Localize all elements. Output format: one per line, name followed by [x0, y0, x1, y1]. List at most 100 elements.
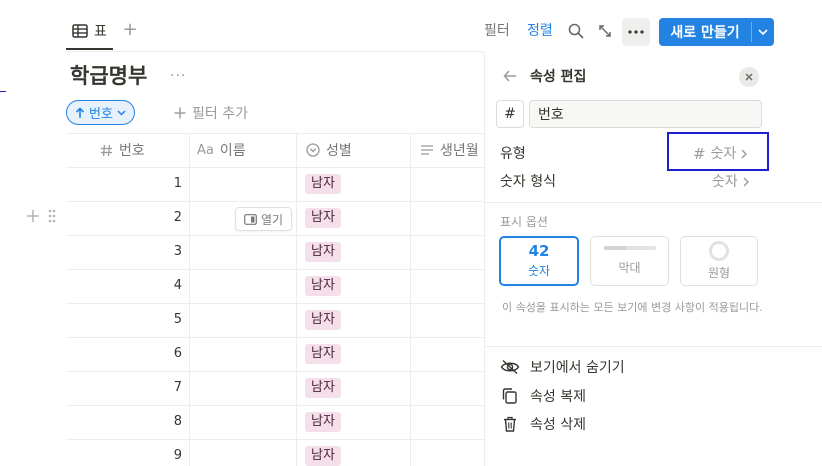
display-option-ring[interactable]: 원형	[680, 236, 758, 286]
cell-number[interactable]: 4	[120, 278, 182, 293]
bar-icon	[603, 246, 656, 250]
edge-marker	[0, 91, 6, 92]
column-header-label: 번호	[119, 143, 145, 159]
search-icon[interactable]	[567, 22, 585, 40]
panel-divider	[485, 346, 822, 347]
row-divider	[66, 371, 484, 372]
display-option-bar[interactable]: 막대	[590, 236, 669, 286]
cell-number[interactable]: 5	[120, 312, 182, 327]
gender-tag[interactable]: 남자	[305, 412, 341, 432]
more-options-button[interactable]	[622, 18, 650, 46]
gender-tag[interactable]: 남자	[305, 446, 341, 466]
cell-number[interactable]: 6	[120, 346, 182, 361]
cell-number[interactable]: 2	[120, 210, 182, 225]
action-label: 속성 삭제	[530, 417, 586, 433]
column-divider	[189, 133, 190, 466]
top-divider	[66, 51, 484, 52]
row-divider	[66, 439, 484, 440]
column-header-name[interactable]: Aa 이름	[197, 133, 246, 167]
filter-button[interactable]: 필터	[484, 22, 510, 40]
cell-number[interactable]: 7	[120, 380, 182, 395]
duplicate-icon	[502, 388, 517, 404]
display-hint: 이 속성을 표시하는 모든 보기에 변경 사항이 적용됩니다.	[502, 301, 763, 314]
display-option-label: 원형	[707, 266, 731, 280]
column-header-gender[interactable]: 성별	[306, 133, 352, 167]
sort-button[interactable]: 정렬	[527, 22, 553, 40]
tab-table-view[interactable]: 표	[66, 14, 113, 50]
cell-number[interactable]: 1	[120, 176, 182, 191]
gender-tag[interactable]: 남자	[305, 208, 341, 228]
more-icon	[628, 30, 644, 34]
column-divider	[410, 133, 411, 466]
panel-title: 속성 편집	[530, 69, 587, 85]
page-title: 학급명부	[70, 64, 148, 88]
row-divider	[66, 235, 484, 236]
new-button[interactable]: 새로 만들기	[659, 18, 774, 46]
trash-icon	[504, 416, 516, 432]
cell-number[interactable]: 8	[120, 414, 182, 429]
gender-tag[interactable]: 남자	[305, 174, 341, 194]
open-row-button[interactable]: 열기	[235, 207, 292, 231]
plus-icon	[174, 107, 186, 119]
gender-tag[interactable]: 남자	[305, 310, 341, 330]
plus-icon[interactable]	[26, 209, 40, 223]
delete-property-action[interactable]: 속성 삭제	[500, 414, 586, 434]
property-type-icon-button[interactable]: #	[496, 100, 524, 128]
number-format-label: 숫자 형식	[500, 174, 556, 190]
row-divider	[66, 405, 484, 406]
column-header-number[interactable]: 번호	[100, 133, 145, 167]
open-label: 열기	[260, 212, 284, 227]
new-button-label: 새로 만들기	[670, 25, 740, 41]
gender-tag[interactable]: 남자	[305, 378, 341, 398]
action-label: 속성 복제	[530, 389, 586, 405]
drag-handle-icon[interactable]	[48, 209, 56, 223]
column-header-label: 성별	[326, 143, 352, 159]
number-format-select[interactable]: 숫자	[712, 173, 749, 191]
row-divider	[66, 269, 484, 270]
property-name-input[interactable]	[529, 100, 762, 128]
hash-icon	[101, 144, 112, 156]
cell-number[interactable]: 9	[120, 448, 182, 463]
panel-divider	[485, 202, 822, 203]
type-select-highlight	[667, 132, 769, 171]
row-divider	[66, 303, 484, 304]
text-aa-icon: Aa	[197, 142, 214, 158]
chevron-down-icon[interactable]	[752, 18, 774, 46]
column-header-birth[interactable]: 생년월	[420, 133, 484, 167]
title-more-icon[interactable]: ···	[170, 68, 186, 84]
display-option-number[interactable]: 42 숫자	[499, 236, 579, 286]
column-header-label: 생년월	[440, 143, 479, 159]
table-icon	[72, 24, 88, 38]
number-format-value: 숫자	[712, 174, 738, 190]
tab-label: 표	[94, 24, 107, 40]
sort-chip-label: 번호	[89, 107, 113, 122]
add-filter-label: 필터 추가	[192, 106, 248, 122]
column-header-label: 이름	[219, 143, 246, 159]
row-divider	[66, 201, 484, 202]
duplicate-property-action[interactable]: 속성 복제	[500, 386, 586, 406]
expand-icon[interactable]	[596, 22, 614, 40]
display-option-label: 숫자	[527, 264, 551, 278]
add-view-icon[interactable]: +	[122, 21, 138, 39]
row-divider	[66, 337, 484, 338]
number-glyph: 42	[528, 242, 550, 260]
lines-icon	[421, 145, 433, 155]
type-label: 유형	[500, 146, 526, 162]
add-filter-button[interactable]: 필터 추가	[174, 103, 248, 123]
chevron-right-icon	[743, 177, 749, 187]
display-option-label: 막대	[618, 261, 641, 275]
chevron-down-icon	[117, 109, 126, 116]
column-divider	[296, 133, 297, 466]
hide-in-view-action[interactable]: 보기에서 숨기기	[500, 357, 625, 377]
gender-tag[interactable]: 남자	[305, 242, 341, 262]
eye-off-icon	[500, 359, 520, 375]
gender-tag[interactable]: 남자	[305, 344, 341, 364]
sort-chip[interactable]: 번호	[66, 100, 135, 125]
action-label: 보기에서 숨기기	[530, 360, 625, 376]
cell-number[interactable]: 3	[120, 244, 182, 259]
ring-icon	[709, 241, 729, 261]
gender-tag[interactable]: 남자	[305, 276, 341, 296]
close-icon[interactable]	[739, 67, 759, 87]
back-arrow-icon[interactable]	[502, 68, 518, 84]
row-controls	[26, 209, 56, 223]
